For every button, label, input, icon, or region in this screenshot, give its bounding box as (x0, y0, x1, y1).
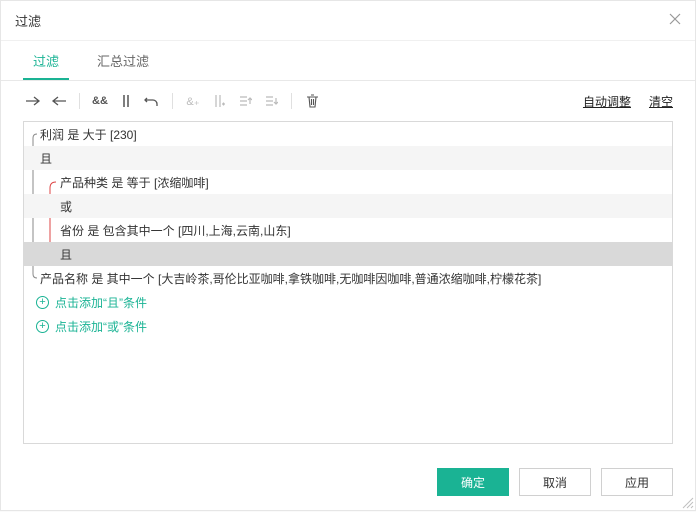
toolbar-separator (172, 93, 173, 109)
cancel-button[interactable]: 取消 (519, 468, 591, 496)
clear-link[interactable]: 清空 (649, 93, 673, 110)
auto-adjust-link[interactable]: 自动调整 (583, 93, 631, 110)
move-up-icon[interactable] (235, 91, 255, 111)
move-down-icon[interactable] (261, 91, 281, 111)
and-icon[interactable]: && (90, 91, 110, 111)
undo-icon[interactable] (142, 91, 162, 111)
delete-icon[interactable] (302, 91, 322, 111)
tab-summary-filter[interactable]: 汇总过滤 (87, 41, 159, 80)
dialog-header: 过滤 (1, 1, 695, 41)
apply-button[interactable]: 应用 (601, 468, 673, 496)
filter-expression: 利润 是 大于 [230] (40, 126, 137, 143)
filter-row[interactable]: 利润 是 大于 [230] (24, 122, 672, 146)
or-icon[interactable] (116, 91, 136, 111)
or-add-icon[interactable] (209, 91, 229, 111)
filter-row[interactable]: 产品名称 是 其中一个 [大吉岭茶,哥伦比亚咖啡,拿铁咖啡,无咖啡因咖啡,普通浓… (24, 266, 672, 290)
operator-label: 或 (60, 198, 72, 215)
add-or-label: 点击添加“或”条件 (55, 318, 147, 335)
filter-row[interactable]: 产品种类 是 等于 [浓缩咖啡] (24, 170, 672, 194)
operator-label: 且 (40, 150, 52, 167)
filter-row[interactable]: 省份 是 包含其中一个 [四川,上海,云南,山东] (24, 218, 672, 242)
ok-button[interactable]: 确定 (437, 468, 509, 496)
add-and-condition[interactable]: + 点击添加“且”条件 (24, 290, 672, 314)
filter-expression: 产品种类 是 等于 [浓缩咖啡] (60, 174, 209, 191)
filter-dialog: 过滤 过滤 汇总过滤 && &₊ (0, 0, 696, 511)
filter-row-operator[interactable]: 或 (24, 194, 672, 218)
filter-expression: 省份 是 包含其中一个 [四川,上海,云南,山东] (60, 222, 291, 239)
plus-icon: + (36, 320, 49, 333)
add-level-icon[interactable]: &₊ (183, 91, 203, 111)
add-or-condition[interactable]: + 点击添加“或”条件 (24, 314, 672, 338)
toolbar: && &₊ 自动调整 清空 (1, 81, 695, 121)
indent-left-icon[interactable] (49, 91, 69, 111)
add-and-label: 点击添加“且”条件 (55, 294, 147, 311)
close-icon[interactable] (669, 13, 681, 28)
filter-expression: 产品名称 是 其中一个 [大吉岭茶,哥伦比亚咖啡,拿铁咖啡,无咖啡因咖啡,普通浓… (40, 270, 541, 287)
tab-filter[interactable]: 过滤 (23, 41, 69, 80)
tabs: 过滤 汇总过滤 (1, 41, 695, 81)
plus-icon: + (36, 296, 49, 309)
toolbar-separator (291, 93, 292, 109)
filter-row-operator[interactable]: 且 (24, 146, 672, 170)
filter-tree: 利润 是 大于 [230] 且 产品种类 是 等于 [浓缩咖啡] 或 省份 是 … (23, 121, 673, 444)
resize-handle-icon[interactable] (680, 495, 694, 509)
dialog-footer: 确定 取消 应用 (1, 456, 695, 510)
operator-label: 且 (60, 246, 72, 263)
toolbar-separator (79, 93, 80, 109)
filter-row-operator[interactable]: 且 (24, 242, 672, 266)
indent-right-icon[interactable] (23, 91, 43, 111)
dialog-title: 过滤 (15, 11, 41, 30)
